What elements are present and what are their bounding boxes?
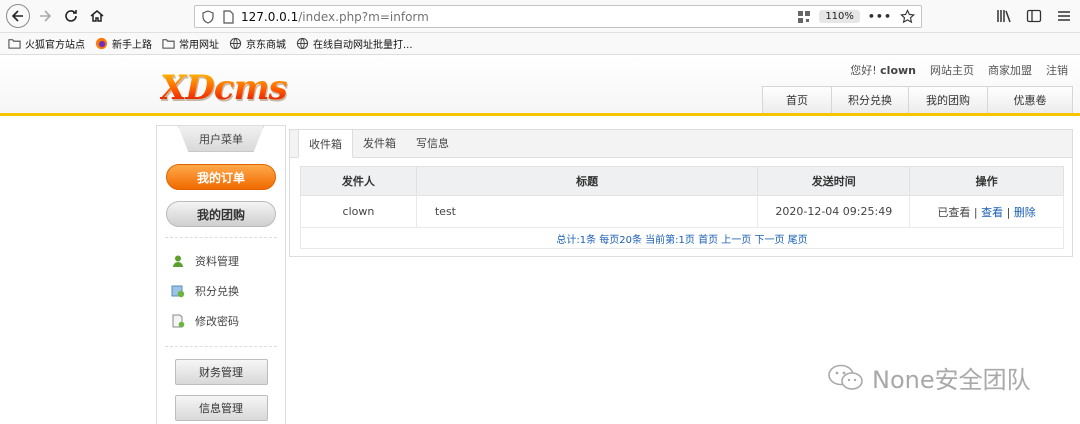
my-orders-button[interactable]: 我的订单 (166, 164, 276, 190)
wechat-icon (828, 364, 863, 390)
divider (165, 346, 277, 347)
bookmarks-bar: 火狐官方站点 新手上路 常用网址 京东商城 在线自动网址批量打... (0, 33, 1080, 55)
user-icon (173, 255, 183, 267)
url-host: 127.0.0.1 (241, 9, 299, 24)
cell-title[interactable]: test (415, 195, 759, 228)
tab-compose[interactable]: 写信息 (406, 129, 459, 157)
zoom-level[interactable]: 110% (819, 10, 860, 23)
table-header-row: 发件人 标题 发送时间 操作 (300, 166, 1064, 196)
bookmark-item[interactable]: 常用网址 (162, 36, 219, 51)
column-header: 发送时间 (757, 166, 911, 196)
sidebar-item-profile[interactable]: 资料管理 (157, 246, 285, 276)
sidebar-title: 用户菜单 (178, 126, 264, 152)
view-link[interactable]: 查看 (981, 206, 1003, 219)
nav-coupons[interactable]: 优惠卷 (987, 86, 1073, 113)
column-header: 操作 (909, 166, 1064, 196)
link-logout[interactable]: 注销 (1046, 62, 1068, 78)
browser-toolbar: 127.0.0.1/index.php?m=inform 110% ••• (0, 0, 1080, 33)
arrow-left-icon (11, 10, 23, 22)
sidebar-item-label: 修改密码 (195, 315, 239, 328)
menu-icon[interactable] (1056, 8, 1072, 24)
pagination[interactable]: 总计:1条 每页20条 当前第:1页 首页 上一页 下一页 尾页 (300, 227, 1064, 249)
cell-time: 2020-12-04 09:25:49 (757, 195, 911, 228)
divider (165, 237, 277, 238)
watermark-text: None安全团队 (872, 366, 1031, 394)
sidebar-item-label: 资料管理 (195, 255, 239, 268)
main-nav: 首页 积分兑换 我的团购 优惠卷 (762, 86, 1073, 113)
reload-button[interactable] (60, 5, 82, 27)
sidebar-item-points[interactable]: 积分兑换 (157, 276, 285, 306)
message-tabs: 收件箱 发件箱 写信息 (290, 129, 1072, 158)
firefox-icon (95, 37, 108, 50)
message-table: 发件人 标题 发送时间 操作 clown test 2020-12-04 09:… (300, 166, 1064, 249)
status-read: 已查看 (937, 205, 971, 219)
home-button[interactable] (86, 5, 108, 27)
arrow-right-icon (40, 10, 52, 22)
bookmark-label: 常用网址 (179, 40, 219, 51)
tab-inbox[interactable]: 收件箱 (298, 129, 353, 158)
column-header: 标题 (415, 166, 759, 196)
separator: | (973, 205, 978, 219)
cell-sender: clown (300, 195, 417, 228)
delete-link[interactable]: 删除 (1014, 206, 1036, 219)
globe-icon (229, 37, 242, 50)
back-button[interactable] (6, 4, 30, 28)
forward-button[interactable] (34, 5, 56, 27)
finance-management-button[interactable]: 财务管理 (174, 359, 268, 385)
watermark: None安全团队 (826, 360, 1031, 395)
bookmark-item[interactable]: 新手上路 (95, 36, 152, 51)
page-icon[interactable] (221, 9, 235, 24)
bookmark-item[interactable]: 在线自动网址批量打... (296, 36, 413, 51)
shield-icon[interactable] (201, 9, 215, 24)
link-merchant-join[interactable]: 商家加盟 (988, 62, 1032, 78)
library-icon[interactable] (996, 8, 1012, 24)
bookmark-label: 京东商城 (246, 40, 286, 51)
bookmark-label: 在线自动网址批量打... (313, 40, 413, 51)
info-management-button[interactable]: 信息管理 (174, 395, 268, 421)
edit-icon (172, 314, 185, 328)
bookmark-label: 新手上路 (112, 40, 152, 51)
username: clown (880, 64, 916, 77)
folder-icon (162, 39, 175, 49)
reload-icon (65, 10, 77, 22)
url-path: /index.php?m=inform (298, 9, 429, 24)
cell-actions: 已查看 | 查看 | 删除 (909, 195, 1064, 228)
nav-points-exchange[interactable]: 积分兑换 (831, 86, 909, 113)
link-home[interactable]: 网站主页 (930, 62, 974, 78)
sidebar-icon[interactable] (1026, 8, 1042, 24)
more-actions-icon[interactable]: ••• (868, 10, 892, 23)
tab-outbox[interactable]: 发件箱 (353, 129, 406, 157)
home-icon (90, 10, 104, 22)
table-row: clown test 2020-12-04 09:25:49 已查看 | 查看 … (300, 195, 1064, 228)
bookmark-star-icon[interactable] (900, 9, 915, 24)
nav-home[interactable]: 首页 (762, 86, 832, 113)
user-links: 您好! clown 网站主页 商家加盟 注销 (850, 62, 1068, 78)
pager-row: 总计:1条 每页20条 当前第:1页 首页 上一页 下一页 尾页 (300, 227, 1064, 249)
bookmark-label: 火狐官方站点 (25, 40, 85, 51)
column-header: 发件人 (300, 166, 417, 196)
sidebar-item-password[interactable]: 修改密码 (157, 306, 285, 336)
folder-icon (8, 39, 21, 49)
site-header: XDcms 您好! clown 网站主页 商家加盟 注销 首页 积分兑换 我的团… (0, 56, 1080, 116)
url-bar[interactable]: 127.0.0.1/index.php?m=inform 110% ••• (194, 5, 922, 28)
user-sidebar: 用户菜单 我的订单 我的团购 资料管理 积分兑换 修改密码 财务管理 信息管理 (156, 125, 286, 424)
message-panel: 收件箱 发件箱 写信息 发件人 标题 发送时间 操作 clown test 20… (289, 129, 1073, 257)
sidebar-item-label: 积分兑换 (195, 285, 239, 298)
exchange-icon (171, 285, 185, 298)
my-group-buy-button[interactable]: 我的团购 (166, 201, 276, 227)
globe-icon (296, 37, 309, 50)
site-logo[interactable]: XDcms (160, 68, 288, 108)
bookmark-item[interactable]: 京东商城 (229, 36, 286, 51)
nav-my-group-buy[interactable]: 我的团购 (908, 86, 988, 113)
qr-code-icon[interactable] (797, 10, 811, 24)
bookmark-item[interactable]: 火狐官方站点 (8, 36, 85, 51)
separator: | (1006, 205, 1011, 219)
greeting: 您好! clown (850, 64, 916, 77)
